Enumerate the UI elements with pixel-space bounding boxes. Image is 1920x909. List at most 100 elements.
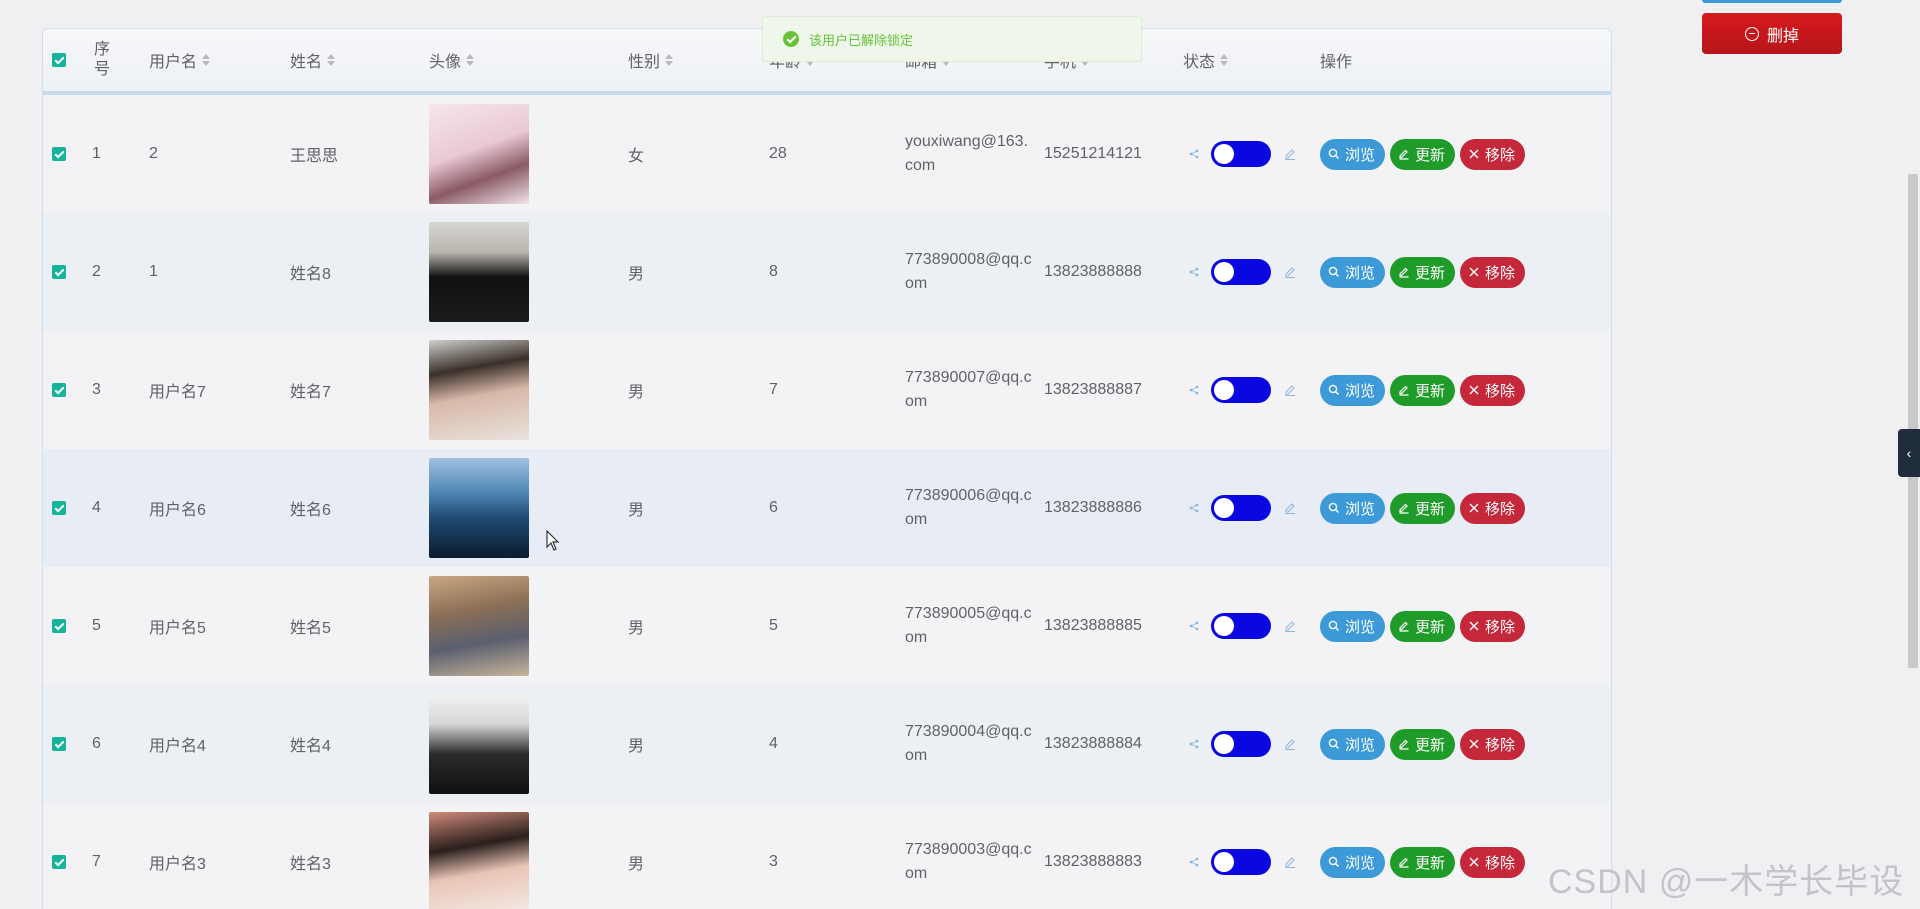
sort-icon[interactable]	[202, 54, 211, 66]
header-name[interactable]: 姓名	[290, 48, 429, 72]
header-avatar[interactable]: 头像	[429, 48, 628, 72]
avatar-image[interactable]	[429, 104, 529, 204]
scrollbar-thumb[interactable]	[1908, 174, 1918, 668]
sex-text: 男	[628, 620, 645, 637]
email-text: 773890008@qq.com	[905, 251, 1032, 292]
remove-button[interactable]: 移除	[1460, 374, 1526, 406]
status-toggle[interactable]	[1211, 613, 1271, 639]
remove-button[interactable]: 移除	[1460, 728, 1526, 760]
row-checkbox[interactable]	[52, 147, 66, 161]
cell-age: 3	[769, 853, 905, 871]
cell-email: 773890008@qq.com	[905, 248, 1044, 296]
cell-email: 773890003@qq.com	[905, 838, 1044, 886]
update-button[interactable]: 更新	[1390, 374, 1456, 406]
cell-username: 用户名7	[149, 378, 290, 402]
cell-sex: 男	[628, 260, 769, 284]
update-button[interactable]: 更新	[1390, 728, 1456, 760]
cell-username: 用户名3	[149, 850, 290, 874]
update-button[interactable]: 更新	[1390, 492, 1456, 524]
header-ops: 操作	[1320, 54, 1353, 71]
view-button[interactable]: 浏览	[1320, 846, 1386, 878]
remove-button[interactable]: 移除	[1460, 492, 1526, 524]
cell-status	[1183, 731, 1320, 757]
header-status[interactable]: 状态	[1183, 48, 1320, 72]
view-button[interactable]: 浏览	[1320, 256, 1386, 288]
share-icon	[1189, 857, 1199, 867]
share-icon	[1189, 267, 1199, 277]
phone-text: 13823888885	[1044, 617, 1142, 634]
row-select-cell[interactable]	[43, 501, 92, 515]
row-checkbox[interactable]	[52, 383, 66, 397]
status-toggle[interactable]	[1211, 731, 1271, 757]
update-button[interactable]: 更新	[1390, 610, 1456, 642]
delete-selected-button[interactable]: 删掉	[1702, 13, 1842, 54]
header-username[interactable]: 用户名	[149, 48, 290, 72]
age-text: 4	[769, 735, 778, 752]
cell-phone: 15251214121	[1044, 145, 1183, 163]
avatar-image[interactable]	[429, 576, 529, 676]
view-button[interactable]: 浏览	[1320, 492, 1386, 524]
row-number: 4	[92, 499, 101, 516]
cell-email: 773890006@qq.com	[905, 484, 1044, 532]
update-label: 更新	[1415, 382, 1446, 400]
view-label: 浏览	[1345, 736, 1376, 754]
row-checkbox[interactable]	[52, 501, 66, 515]
row-checkbox[interactable]	[52, 737, 66, 751]
row-select-cell[interactable]	[43, 265, 92, 279]
collapse-handle[interactable]: ‹	[1898, 429, 1920, 477]
avatar-image[interactable]	[429, 222, 529, 322]
row-select-cell[interactable]	[43, 383, 92, 397]
row-select-cell[interactable]	[43, 737, 92, 751]
sort-icon[interactable]	[466, 54, 475, 66]
status-toggle[interactable]	[1211, 377, 1271, 403]
pen-icon	[1285, 739, 1295, 750]
cell-avatar	[429, 340, 628, 440]
email-text: 773890006@qq.com	[905, 487, 1032, 528]
toast-message: 该用户已解除锁定	[762, 16, 1142, 62]
status-toggle[interactable]	[1211, 259, 1271, 285]
avatar-image[interactable]	[429, 694, 529, 794]
edit-icon	[1399, 267, 1409, 278]
sort-icon[interactable]	[665, 54, 674, 66]
update-button[interactable]: 更新	[1390, 138, 1456, 170]
view-button[interactable]: 浏览	[1320, 610, 1386, 642]
remove-button[interactable]: 移除	[1460, 846, 1526, 878]
remove-button[interactable]: 移除	[1460, 610, 1526, 642]
toast-text: 该用户已解除锁定	[809, 32, 914, 48]
cell-avatar	[429, 576, 628, 676]
avatar-image[interactable]	[429, 812, 529, 909]
cell-status	[1183, 849, 1320, 875]
remove-button[interactable]: 移除	[1460, 256, 1526, 288]
status-toggle[interactable]	[1211, 495, 1271, 521]
row-select-cell[interactable]	[43, 147, 92, 161]
row-select-cell[interactable]	[43, 619, 92, 633]
cell-phone: 13823888884	[1044, 735, 1183, 753]
cell-sex: 女	[628, 142, 769, 166]
update-button[interactable]: 更新	[1390, 846, 1456, 878]
search-icon	[1328, 856, 1339, 867]
view-button[interactable]: 浏览	[1320, 374, 1386, 406]
cell-age: 7	[769, 381, 905, 399]
row-select-cell[interactable]	[43, 855, 92, 869]
avatar-image[interactable]	[429, 458, 529, 558]
remove-button[interactable]: 移除	[1460, 138, 1526, 170]
pen-icon	[1285, 267, 1295, 278]
status-toggle[interactable]	[1211, 141, 1271, 167]
row-checkbox[interactable]	[52, 855, 66, 869]
select-all-checkbox[interactable]	[52, 53, 66, 67]
avatar-image[interactable]	[429, 340, 529, 440]
update-button[interactable]: 更新	[1390, 256, 1456, 288]
sort-icon[interactable]	[1220, 54, 1229, 66]
cell-username: 用户名5	[149, 614, 290, 638]
search-icon	[1328, 502, 1339, 513]
view-button[interactable]: 浏览	[1320, 138, 1386, 170]
header-sex[interactable]: 性别	[628, 48, 769, 72]
select-all-cell[interactable]	[43, 53, 92, 67]
view-label: 浏览	[1345, 618, 1376, 636]
top-button-stub[interactable]	[1702, 0, 1842, 3]
status-toggle[interactable]	[1211, 849, 1271, 875]
row-checkbox[interactable]	[52, 265, 66, 279]
sort-icon[interactable]	[327, 54, 336, 66]
row-checkbox[interactable]	[52, 619, 66, 633]
view-button[interactable]: 浏览	[1320, 728, 1386, 760]
